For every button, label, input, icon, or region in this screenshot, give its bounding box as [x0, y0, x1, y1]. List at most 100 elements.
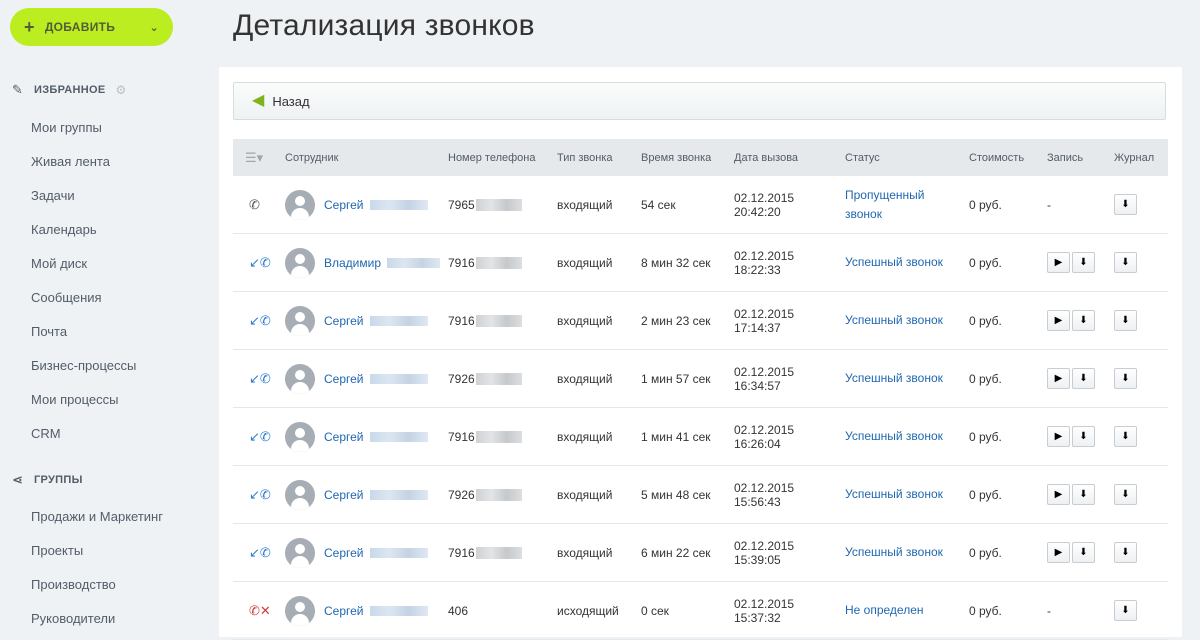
employee-name[interactable]: Сергей: [324, 314, 364, 328]
incoming-call-icon: ↙✆: [249, 486, 271, 502]
sidebar-item-business-processes[interactable]: Бизнес-процессы: [31, 349, 136, 383]
col-record[interactable]: Запись: [1043, 139, 1110, 176]
add-button-label: ДОБАВИТЬ: [44, 20, 116, 34]
employee-name[interactable]: Сергей: [324, 546, 364, 560]
status-link[interactable]: Успешный звонок: [845, 371, 943, 385]
status-link[interactable]: Не определен: [845, 603, 924, 617]
download-log-button[interactable]: ⬇: [1114, 194, 1137, 215]
table-row: ✆✕ Сергей 406 исходящий 0 сек 02.12.2015…: [233, 581, 1168, 640]
sidebar-item-messages[interactable]: Сообщения: [31, 281, 136, 315]
pin-icon: ✎: [12, 82, 24, 97]
status-link[interactable]: Успешный звонок: [845, 487, 943, 501]
col-duration[interactable]: Время звонка: [637, 139, 730, 176]
col-status[interactable]: Статус: [841, 139, 965, 176]
download-record-button[interactable]: ⬇: [1072, 484, 1095, 505]
redacted-surname: [369, 199, 428, 210]
download-icon: ⬇: [1079, 431, 1088, 442]
download-record-button[interactable]: ⬇: [1072, 368, 1095, 389]
download-log-button[interactable]: ⬇: [1114, 426, 1137, 447]
avatar: [285, 479, 315, 510]
call-time: 15:39:05: [734, 552, 781, 567]
call-cost: 0 руб.: [965, 407, 1043, 466]
employee-name[interactable]: Сергей: [324, 488, 364, 502]
status-link[interactable]: Пропущенный звонок: [845, 188, 924, 221]
sidebar-item-my-processes[interactable]: Мои процессы: [31, 383, 136, 417]
sidebar-item-calendar[interactable]: Календарь: [31, 213, 136, 247]
download-icon: ⬇: [1079, 547, 1088, 558]
call-duration: 54 сек: [637, 176, 730, 234]
sidebar-item-sales-marketing[interactable]: Продажи и Маркетинг: [31, 500, 163, 534]
avatar: [285, 305, 315, 336]
call-type: входящий: [553, 407, 637, 466]
back-arrow-icon[interactable]: ◀: [252, 93, 264, 109]
sidebar-item-production[interactable]: Производство: [31, 568, 163, 602]
table-row: ↙✆ Сергей 7926 входящий 1 мин 57 сек 02.…: [233, 349, 1168, 408]
status-link[interactable]: Успешный звонок: [845, 429, 943, 443]
add-button[interactable]: + ДОБАВИТЬ ⌄: [10, 8, 173, 46]
groups-header[interactable]: ⋖ ГРУППЫ: [12, 472, 83, 488]
download-log-button[interactable]: ⬇: [1114, 542, 1137, 563]
gear-icon[interactable]: ⚙: [116, 83, 127, 97]
col-phone[interactable]: Номер телефона: [444, 139, 553, 176]
menu-icon[interactable]: ☰▾: [245, 150, 263, 165]
favorites-header[interactable]: ✎ ИЗБРАННОЕ ⚙: [12, 82, 127, 98]
sidebar-item-crm[interactable]: CRM: [31, 417, 136, 451]
col-employee[interactable]: Сотрудник: [281, 139, 444, 176]
sidebar-item-projects[interactable]: Проекты: [31, 534, 163, 568]
status-link[interactable]: Успешный звонок: [845, 255, 943, 269]
play-record-button[interactable]: ▶: [1047, 542, 1070, 563]
chevron-down-icon[interactable]: ⌄: [149, 21, 159, 34]
play-record-button[interactable]: ▶: [1047, 252, 1070, 273]
play-record-button[interactable]: ▶: [1047, 484, 1070, 505]
call-cost: 0 руб.: [965, 349, 1043, 408]
download-record-button[interactable]: ⬇: [1072, 426, 1095, 447]
sidebar-item-my-groups[interactable]: Мои группы: [31, 111, 136, 145]
col-date[interactable]: Дата вызова: [730, 139, 841, 176]
download-log-button[interactable]: ⬇: [1114, 600, 1137, 621]
redacted-phone: [475, 199, 522, 212]
download-record-button[interactable]: ⬇: [1072, 310, 1095, 331]
sidebar-item-tasks[interactable]: Задачи: [31, 179, 136, 213]
back-button[interactable]: Назад: [272, 94, 309, 109]
avatar: [285, 247, 315, 278]
status-link[interactable]: Успешный звонок: [845, 313, 943, 327]
col-type[interactable]: Тип звонка: [553, 139, 637, 176]
call-time: 16:34:57: [734, 378, 781, 393]
employee-name[interactable]: Сергей: [324, 372, 364, 386]
play-icon: ▶: [1054, 315, 1063, 326]
status-link[interactable]: Успешный звонок: [845, 545, 943, 559]
call-duration: 5 мин 48 сек: [637, 465, 730, 524]
employee-name[interactable]: Сергей: [324, 604, 364, 618]
play-icon: ▶: [1054, 431, 1063, 442]
page-title: Детализация звонков: [233, 9, 535, 42]
play-record-button[interactable]: ▶: [1047, 310, 1070, 331]
download-record-button[interactable]: ⬇: [1072, 542, 1095, 563]
download-icon: ⬇: [1079, 489, 1088, 500]
col-cost[interactable]: Стоимость: [965, 139, 1043, 176]
download-record-button[interactable]: ⬇: [1072, 252, 1095, 273]
employee-name[interactable]: Сергей: [324, 430, 364, 444]
incoming-call-icon: ↙✆: [249, 428, 271, 444]
download-log-button[interactable]: ⬇: [1114, 368, 1137, 389]
download-log-button[interactable]: ⬇: [1114, 310, 1137, 331]
redacted-surname: [369, 547, 428, 558]
call-cost: 0 руб.: [965, 233, 1043, 292]
sidebar-item-managers[interactable]: Руководители: [31, 602, 163, 636]
table-body: ✆ Сергей 7965 входящий 54 сек 02.12.2015…: [233, 176, 1168, 640]
redacted-phone: [475, 431, 522, 444]
play-record-button[interactable]: ▶: [1047, 368, 1070, 389]
play-record-button[interactable]: ▶: [1047, 426, 1070, 447]
call-type: входящий: [553, 349, 637, 408]
sidebar-item-mail[interactable]: Почта: [31, 315, 136, 349]
redacted-phone: [475, 547, 522, 560]
employee-name[interactable]: Владимир: [324, 256, 381, 270]
employee-name[interactable]: Сергей: [324, 198, 364, 212]
sidebar-item-live-feed[interactable]: Живая лента: [31, 145, 136, 179]
download-log-button[interactable]: ⬇: [1114, 252, 1137, 273]
calls-table: ☰▾ Сотрудник Номер телефона Тип звонка В…: [233, 139, 1168, 640]
call-cost: 0 руб.: [965, 523, 1043, 582]
redacted-phone: [475, 373, 522, 386]
sidebar-item-my-drive[interactable]: Мой диск: [31, 247, 136, 281]
download-log-button[interactable]: ⬇: [1114, 484, 1137, 505]
col-log[interactable]: Журнал: [1110, 139, 1168, 176]
